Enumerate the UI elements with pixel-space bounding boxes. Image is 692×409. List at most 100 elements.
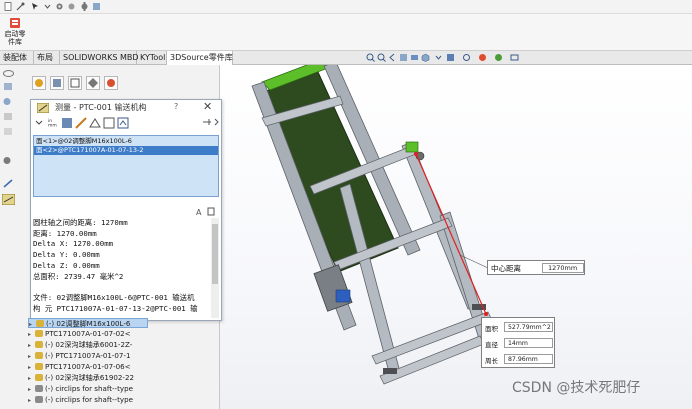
- section-view-icon[interactable]: [399, 53, 408, 62]
- tree-item[interactable]: ▸ (-) 02深沟球轴承61902-22: [28, 373, 148, 383]
- tree-item[interactable]: ▸ (-) circlips for shaft--type: [28, 384, 148, 394]
- distance-callout[interactable]: 中心距离 1270mm: [487, 260, 585, 275]
- arrow-select-icon[interactable]: [31, 2, 40, 11]
- arc-circle-measure-button[interactable]: [33, 117, 45, 130]
- tab-layout[interactable]: 布局: [34, 51, 60, 65]
- start-parts-library-button[interactable]: 启动零 件库: [2, 16, 28, 48]
- measure-dialog-title: 测量 - PTC-001 输送机构: [55, 103, 147, 112]
- gear-icon[interactable]: [67, 2, 76, 11]
- pin-icon[interactable]: [16, 2, 25, 11]
- tab-assembly[interactable]: 装配体: [0, 51, 34, 65]
- tree-item-label: (-) circlips for shaft--type: [45, 384, 133, 393]
- component-icon: [35, 352, 43, 359]
- chevron-down-icon[interactable]: [434, 53, 443, 62]
- command-ribbon: 启动零 件库: [0, 14, 692, 50]
- projection-button[interactable]: [89, 117, 101, 130]
- tree-item[interactable]: ▸ (-) 02深沟球轴承6001-2Z-: [28, 340, 148, 350]
- tree-item[interactable]: ▸ PTC171007A-01-07-06<: [28, 362, 148, 372]
- tree-item[interactable]: ▸ (-) circlips for shaft--type: [28, 395, 148, 405]
- expand-arrow-icon[interactable]: ▸: [28, 396, 35, 405]
- gear-icon[interactable]: [80, 2, 89, 11]
- expand-arrow-icon[interactable]: ▸: [28, 363, 35, 372]
- feature-tree-tab[interactable]: [32, 76, 46, 90]
- apply-scene-icon[interactable]: [494, 53, 503, 62]
- tab-kytool[interactable]: KYTool: [137, 51, 167, 65]
- perimeter-value: 87.96mm: [504, 354, 553, 364]
- tree-item[interactable]: ▸ (-) PTC171007A-01-07-1: [28, 351, 148, 361]
- dimxpert-tab[interactable]: [86, 76, 100, 90]
- explode-icon[interactable]: [2, 155, 15, 166]
- results-scrollbar[interactable]: [211, 218, 219, 318]
- create-sensor-button[interactable]: [117, 117, 129, 130]
- reference-geometry-icon[interactable]: [2, 178, 15, 189]
- component-icon[interactable]: [2, 81, 15, 92]
- move-icon[interactable]: [2, 126, 15, 137]
- result-line: 文件: 02调整脚M16x100L-6@PTC-001 输送机: [33, 292, 195, 302]
- hide-show-items-icon[interactable]: [462, 53, 471, 62]
- mate-icon[interactable]: [2, 96, 15, 107]
- result-line: Delta Z: 0.00mm: [33, 260, 100, 270]
- dynamic-annotation-icon[interactable]: [410, 53, 419, 62]
- tree-item[interactable]: ▸ (-) 02调整脚M16x100L-6: [28, 318, 148, 328]
- point-to-point-button[interactable]: [75, 117, 87, 130]
- tree-item-label: PTC171007A-01-07-06<: [45, 362, 131, 371]
- edit-appearance-icon[interactable]: [478, 53, 487, 62]
- expand-arrow-icon[interactable]: ▸: [28, 385, 35, 394]
- configuration-icon: [70, 78, 80, 88]
- close-button[interactable]: ✕: [203, 100, 212, 113]
- scrollbar-thumb[interactable]: [212, 224, 218, 284]
- measure-results-text: 圆柱轴之间的距离: 1270mm 距离: 1270.00mm Delta X: …: [33, 218, 209, 318]
- previous-view-icon[interactable]: [388, 53, 397, 62]
- diameter-label: 直径: [485, 341, 498, 349]
- component-icon: [35, 363, 43, 370]
- selection-list[interactable]: 面<1>@02调整脚M16x100L-6 面<2>@PTC171007A-01-…: [33, 135, 219, 197]
- area-label: 面积: [485, 325, 498, 333]
- display-manager-tab[interactable]: [104, 76, 118, 90]
- units-icon: inmm: [48, 118, 57, 129]
- component-icon: [35, 330, 43, 337]
- property-manager-tab[interactable]: [50, 76, 64, 90]
- chevron-down-icon[interactable]: [43, 2, 52, 11]
- view-settings-icon[interactable]: [510, 53, 519, 62]
- toolbox-part-icon: [35, 385, 43, 392]
- sensor-icon: [117, 117, 129, 129]
- configuration-manager-tab[interactable]: [68, 76, 82, 90]
- measure-history-button[interactable]: [103, 117, 115, 130]
- selection-item[interactable]: 面<1>@02调整脚M16x100L-6: [34, 137, 218, 146]
- measure-tool-icon[interactable]: [2, 194, 15, 205]
- tree-item[interactable]: ▸ PTC171007A-01-07-02<: [28, 329, 148, 339]
- measure-dialog-titlebar[interactable]: 测量 - PTC-001 输送机构 ? ✕: [31, 100, 221, 115]
- feature-manager-tabs: [18, 76, 148, 92]
- expand-arrow-icon[interactable]: ▸: [28, 341, 35, 350]
- distance-callout-value: 1270mm: [542, 263, 584, 273]
- pattern-icon[interactable]: [2, 111, 15, 122]
- gear-icon[interactable]: [55, 2, 64, 11]
- copy-results-icon[interactable]: [207, 207, 216, 216]
- eye-icon[interactable]: [2, 68, 15, 79]
- expand-arrow-icon[interactable]: ▸: [28, 330, 35, 339]
- start-parts-library-label-2: 件库: [8, 38, 22, 46]
- feature-tree: ▸ (-) 02调整脚M16x100L-6 ▸ PTC171007A-01-07-0…: [28, 318, 148, 409]
- zoom-area-icon[interactable]: [377, 53, 386, 62]
- collapse-dialog-button[interactable]: [211, 117, 223, 130]
- tab-solidworks-mbd[interactable]: SOLIDWORKS MBD: [60, 51, 139, 65]
- zoom-fit-icon[interactable]: [366, 53, 375, 62]
- show-xyz-button[interactable]: [61, 117, 73, 130]
- font-size-icon[interactable]: A: [196, 207, 205, 216]
- new-document-icon[interactable]: [4, 2, 13, 11]
- face-properties-callout[interactable]: 面积 527.79mm^2 直径 14mm 周长 87.96mm: [481, 317, 555, 368]
- units-precision-button[interactable]: in mm: [47, 117, 59, 130]
- tab-3dsource-library[interactable]: 3DSource零件库: [167, 51, 233, 65]
- view-orientation-icon[interactable]: [421, 53, 430, 62]
- selection-item[interactable]: 面<2>@PTC171007A-01-07-13-2: [34, 146, 218, 155]
- projection-icon: [89, 118, 101, 128]
- expand-arrow-icon[interactable]: ▸: [28, 352, 35, 361]
- expand-arrow-icon[interactable]: ▸: [28, 374, 35, 383]
- measure-dialog[interactable]: 测量 - PTC-001 输送机构 ? ✕ in mm 面<1>@02调整脚M16…: [30, 99, 222, 321]
- component-icon: [35, 341, 43, 348]
- settings-icon[interactable]: [92, 2, 101, 11]
- help-button[interactable]: ?: [174, 102, 178, 111]
- component-icon: [35, 374, 43, 381]
- expand-arrow-icon[interactable]: ▸: [29, 320, 36, 327]
- display-style-icon[interactable]: [446, 53, 455, 62]
